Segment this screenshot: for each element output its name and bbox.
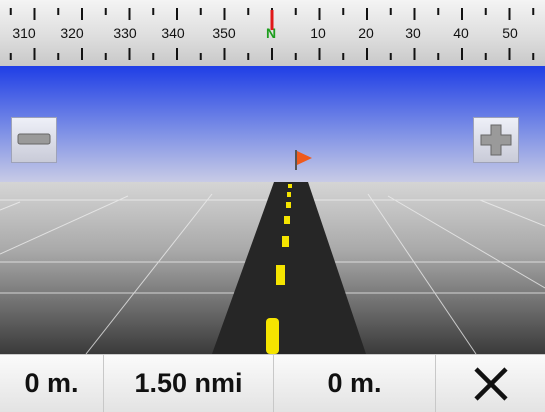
compass-label-30: 30 xyxy=(405,25,421,41)
compass-label-north: N xyxy=(265,25,277,41)
sky xyxy=(0,66,545,182)
compass-label-320: 320 xyxy=(60,25,84,41)
zoom-out-button[interactable] xyxy=(11,117,57,163)
scene-graphic xyxy=(0,66,545,354)
compass-label-20: 20 xyxy=(358,25,374,41)
compass-strip: 310 320 330 340 350 N 10 20 30 40 50 xyxy=(0,0,545,66)
compass-label-50: 50 xyxy=(502,25,518,41)
compass-label-10: 10 xyxy=(310,25,326,41)
compass-label-350: 350 xyxy=(212,25,236,41)
navigation-3d-screen: 310 320 330 340 350 N 10 20 30 40 50 0 m… xyxy=(0,0,545,412)
close-icon xyxy=(473,366,508,401)
minus-icon xyxy=(17,133,51,145)
distance-total-field[interactable]: 1.50 nmi xyxy=(104,355,274,412)
map-3d-view[interactable] xyxy=(0,66,545,354)
distance-right-field[interactable]: 0 m. xyxy=(274,355,436,412)
compass-label-340: 340 xyxy=(161,25,185,41)
zoom-in-button[interactable] xyxy=(473,117,519,163)
status-bar: 0 m. 1.50 nmi 0 m. xyxy=(0,354,545,412)
compass-label-330: 330 xyxy=(113,25,137,41)
close-button[interactable] xyxy=(436,355,545,412)
distance-left-field[interactable]: 0 m. xyxy=(0,355,104,412)
compass-label-310: 310 xyxy=(12,25,36,41)
plus-icon xyxy=(480,124,512,156)
compass-label-40: 40 xyxy=(453,25,469,41)
